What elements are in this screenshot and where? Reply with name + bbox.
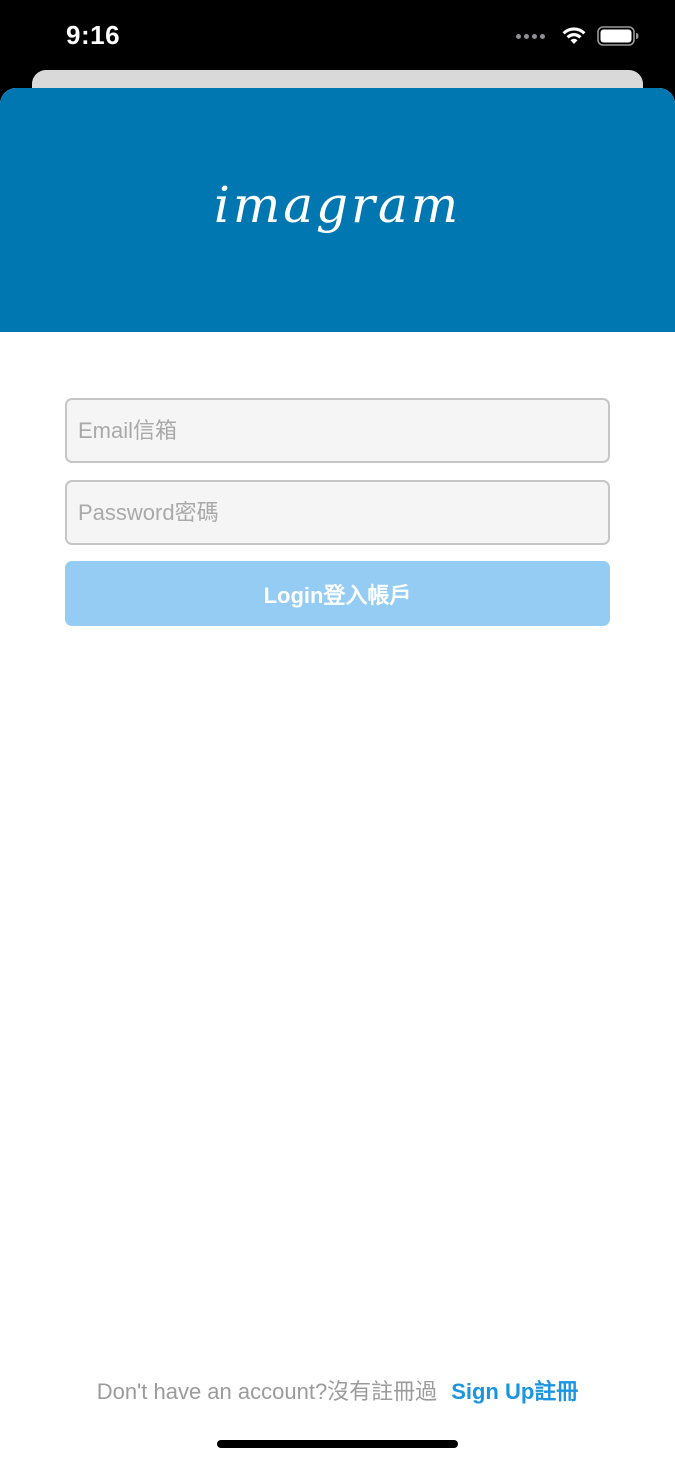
login-screen: 9:16 imagram Login登入帳戶 Don't: [0, 0, 675, 1461]
header-banner: imagram: [0, 88, 675, 332]
login-button[interactable]: Login登入帳戶: [65, 561, 610, 626]
app-logo: imagram: [213, 176, 462, 234]
signup-prompt: Don't have an account?沒有註冊過: [96, 1379, 438, 1404]
status-icons: [516, 26, 639, 46]
email-field[interactable]: [65, 398, 610, 463]
password-field[interactable]: [65, 480, 610, 545]
status-time: 9:16: [66, 20, 121, 50]
home-indicator[interactable]: [217, 1440, 458, 1448]
wifi-icon: [562, 27, 586, 44]
cellular-signal-icon: [516, 33, 545, 39]
login-sheet: imagram Login登入帳戶 Don't have an account?…: [0, 88, 675, 1461]
signup-row: Don't have an account?沒有註冊過 Sign Up註冊: [0, 1374, 675, 1406]
battery-icon: [597, 26, 639, 46]
status-bar: 9:16: [0, 0, 675, 72]
signup-link[interactable]: Sign Up註冊: [451, 1379, 578, 1404]
